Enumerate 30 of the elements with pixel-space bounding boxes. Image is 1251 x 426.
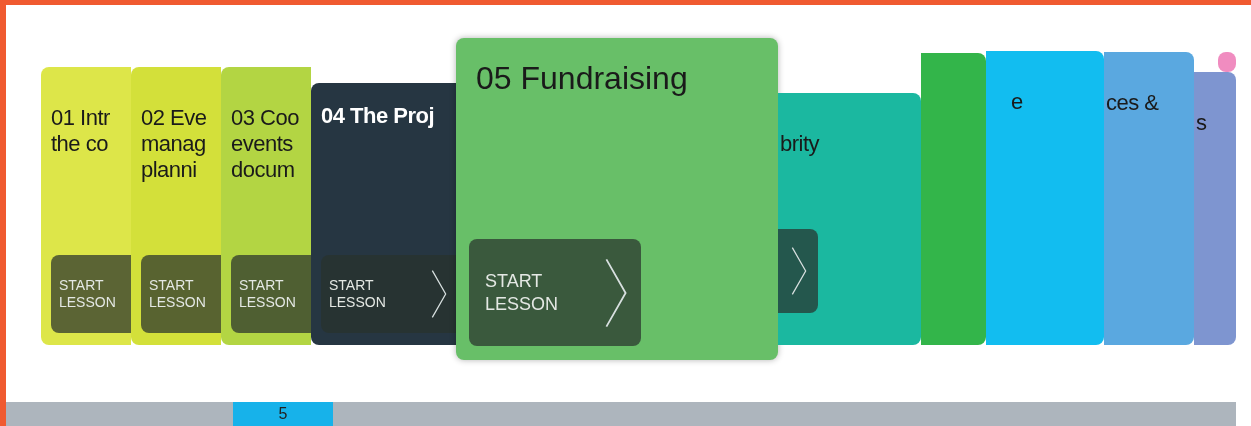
lesson-title: 04 The Proj — [321, 103, 435, 129]
start-lesson-button[interactable]: START LESSON — [231, 255, 311, 333]
pager-track[interactable]: 5 — [6, 402, 1236, 426]
lesson-title: 02 Eve manag planni — [141, 105, 207, 183]
lesson-card[interactable]: e — [986, 51, 1104, 345]
lesson-card[interactable]: 05 Fundraising START LESSON — [456, 38, 778, 360]
chevron-icon — [603, 256, 629, 329]
lesson-title: s — [1196, 110, 1207, 136]
chevron-icon — [790, 246, 808, 296]
lesson-card[interactable]: 01 Intr the co START LESSON — [41, 67, 131, 345]
lesson-title: 01 Intr the co — [51, 105, 110, 157]
start-lesson-button[interactable]: START LESSON — [469, 239, 641, 346]
lesson-title: ces & — [1106, 90, 1159, 116]
start-lesson-button[interactable]: START LESSON — [141, 255, 221, 333]
lesson-title: brity — [780, 131, 820, 157]
pager-thumb[interactable]: 5 — [233, 402, 333, 426]
lesson-title: 05 Fundraising — [476, 60, 688, 96]
lesson-card[interactable] — [1218, 52, 1236, 72]
start-lesson-button[interactable]: START LESSON — [321, 255, 456, 333]
lesson-card[interactable]: ces & — [1104, 52, 1194, 345]
lesson-card[interactable]: 02 Eve manag planni START LESSON — [131, 67, 221, 345]
lesson-title: e — [1011, 89, 1023, 115]
start-lesson-button[interactable] — [778, 229, 818, 313]
chevron-icon — [430, 269, 448, 319]
lesson-card[interactable]: brity — [778, 93, 921, 345]
start-lesson-button[interactable]: START LESSON — [51, 255, 131, 333]
lesson-title: 03 Coo events docum — [231, 105, 299, 183]
lesson-card[interactable]: 04 The Proj START LESSON — [311, 83, 456, 345]
lesson-card[interactable]: s — [1194, 72, 1236, 345]
lesson-card[interactable]: 03 Coo events docum START LESSON — [221, 67, 311, 345]
